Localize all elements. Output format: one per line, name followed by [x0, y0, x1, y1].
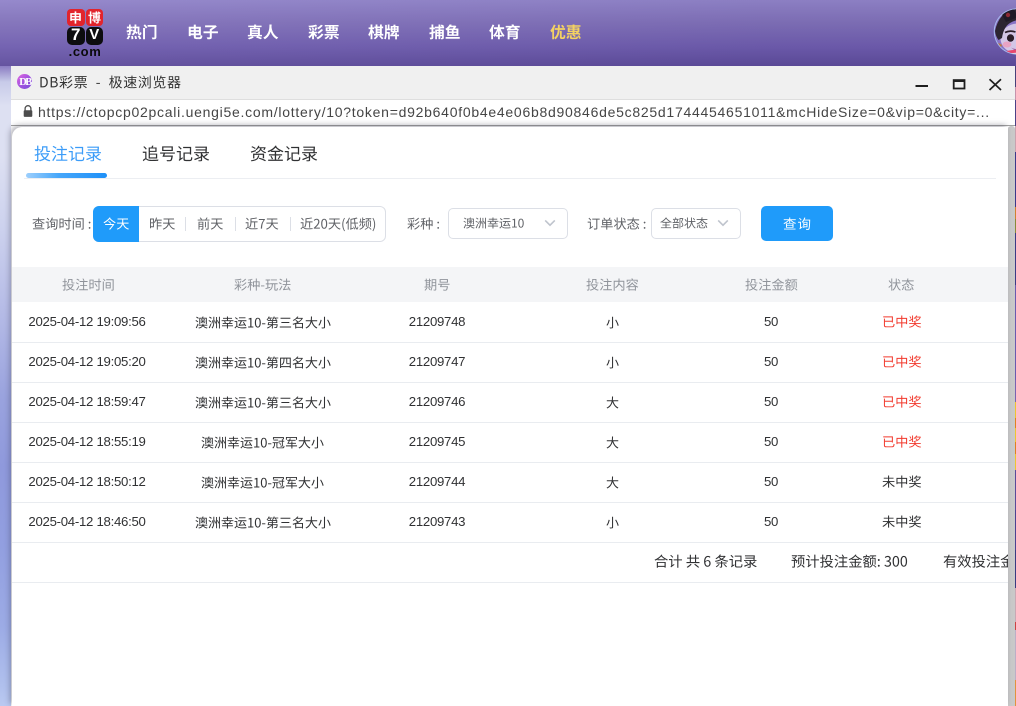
svg-text:DB: DB — [19, 77, 32, 88]
